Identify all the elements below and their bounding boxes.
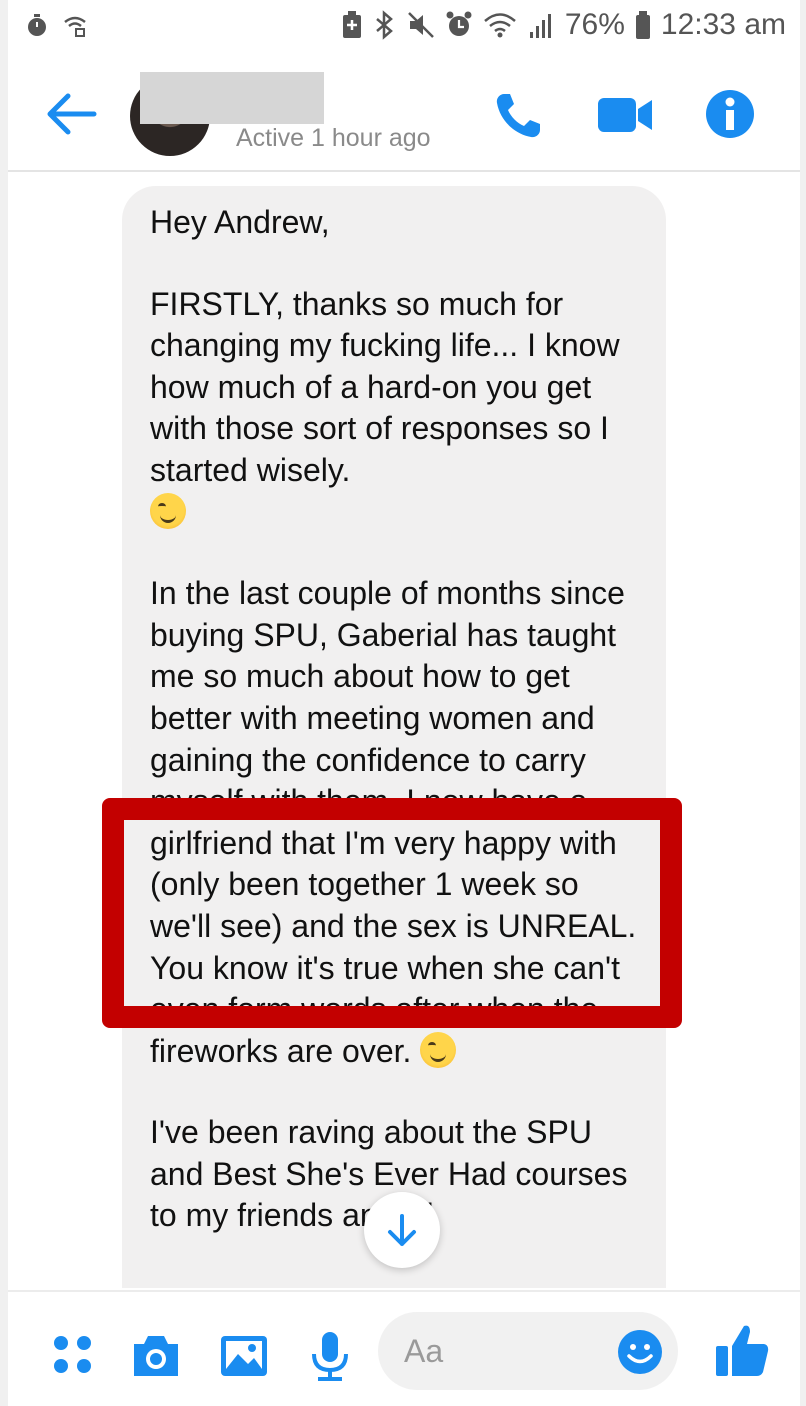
camera-icon[interactable] <box>130 1330 182 1382</box>
info-icon[interactable] <box>704 88 756 140</box>
bluetooth-icon <box>376 10 393 40</box>
conversation-header: Active 1 hour ago <box>8 62 800 172</box>
video-call-icon[interactable] <box>596 92 654 138</box>
message-paragraph-2c: You know it's true when she can't even f… <box>150 949 620 1069</box>
phone-call-icon[interactable] <box>492 90 544 142</box>
message-greeting: Hey Andrew, <box>150 204 330 240</box>
message-thread[interactable]: Hey Andrew, FIRSTLY, thanks so much for … <box>8 174 800 1288</box>
battery-icon <box>635 11 650 39</box>
winking-face-emoji-icon <box>150 492 186 529</box>
winking-face-emoji-icon-2 <box>420 1031 457 1068</box>
arrow-down-icon <box>388 1214 416 1246</box>
phone-screen: 76% 12:33 am Active 1 hour ago Hey Andre… <box>8 0 800 1406</box>
apps-menu-icon[interactable] <box>48 1330 100 1382</box>
message-paragraph-1: FIRSTLY, thanks so much for changing my … <box>150 285 620 488</box>
emoji-picker-icon[interactable] <box>616 1328 664 1376</box>
message-bubble[interactable]: Hey Andrew, FIRSTLY, thanks so much for … <box>122 186 666 1288</box>
scroll-to-bottom-button[interactable] <box>364 1192 440 1268</box>
composer-bar <box>8 1290 800 1406</box>
gallery-icon[interactable] <box>218 1330 270 1382</box>
microphone-icon[interactable] <box>304 1330 356 1382</box>
alarm-icon <box>446 11 472 36</box>
active-status: Active 1 hour ago <box>236 124 431 152</box>
contact-name-redacted <box>140 72 324 124</box>
back-arrow-icon[interactable] <box>42 90 98 138</box>
mute-icon <box>407 12 434 38</box>
battery-saver-icon <box>342 11 361 38</box>
thumbs-up-icon[interactable] <box>714 1322 770 1380</box>
wifi-hotspot-icon <box>64 16 86 37</box>
battery-percent: 76% <box>564 8 625 41</box>
stopwatch-icon <box>28 14 46 36</box>
wifi-icon <box>484 13 516 38</box>
clock: 12:33 am <box>660 8 786 41</box>
status-bar: 76% 12:33 am <box>8 0 800 56</box>
signal-icon <box>529 14 551 38</box>
